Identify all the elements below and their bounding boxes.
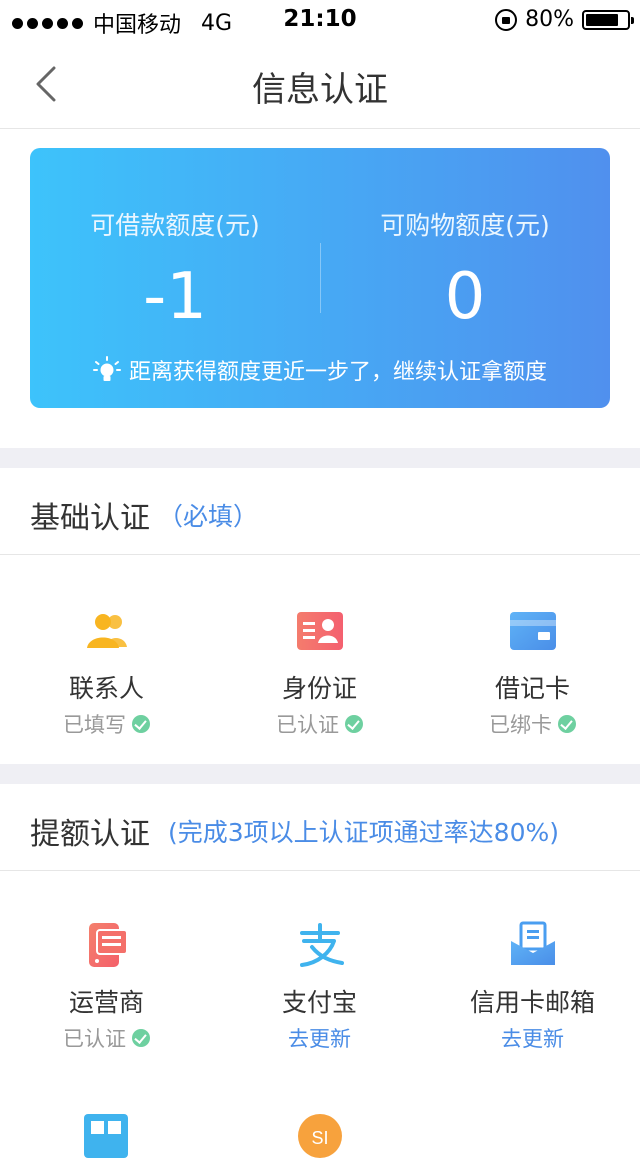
carrier-label: 运营商 xyxy=(68,988,144,1017)
loan-quota-label: 可借款额度(元) xyxy=(90,211,260,240)
debit-card-label: 借记卡 xyxy=(494,674,570,703)
section-separator xyxy=(0,764,640,784)
status-bar: 中国移动 4G 21:10 80% xyxy=(0,0,640,40)
id-card-item[interactable]: 身份证 已认证 xyxy=(213,607,426,739)
debit-card-status-text: 已绑卡 xyxy=(489,713,552,737)
alipay-status-text: 去更新 xyxy=(288,1027,351,1051)
shopping-quota-value: 0 xyxy=(444,260,486,334)
boost-section-header: 提额认证 (完成3项以上认证项通过率达80%) xyxy=(0,784,640,871)
boost-section-note: (完成3项以上认证项通过率达80%) xyxy=(168,818,559,847)
alipay-icon xyxy=(299,923,344,967)
id-card-label: 身份证 xyxy=(281,674,357,703)
debit-card-status: 已绑卡 xyxy=(426,709,639,739)
check-icon xyxy=(132,715,150,733)
loan-quota-value: -1 xyxy=(143,260,207,334)
boost-section-title: 提额认证 xyxy=(30,817,150,852)
id-card-status-text: 已认证 xyxy=(276,713,339,737)
check-icon xyxy=(558,715,576,733)
basic-section-header: 基础认证 （必填） xyxy=(0,468,640,555)
alipay-label: 支付宝 xyxy=(281,988,357,1017)
boost-items-grid: 运营商 已认证 支付宝 去更新 信用卡邮箱 去更新 SI xyxy=(0,871,640,1158)
contacts-icon xyxy=(86,614,127,648)
social-security-icon[interactable]: SI xyxy=(296,1112,344,1160)
contacts-status: 已填写 xyxy=(0,709,213,739)
contacts-status-text: 已填写 xyxy=(63,713,126,737)
quota-hint: 距离获得额度更近一步了，继续认证拿额度 xyxy=(30,354,610,386)
shopping-quota: 可购物额度(元) 0 xyxy=(320,206,610,334)
carrier-status-text: 已认证 xyxy=(63,1027,126,1051)
contacts-item[interactable]: 联系人 已填写 xyxy=(0,607,213,739)
page-title: 信息认证 xyxy=(252,70,388,110)
credit-card-email-status-text: 去更新 xyxy=(501,1027,564,1051)
basic-section-note: （必填） xyxy=(158,502,259,531)
quota-hint-text: 距离获得额度更近一步了，继续认证拿额度 xyxy=(128,360,547,385)
svg-text:SI: SI xyxy=(311,1128,328,1148)
carrier-item[interactable]: 运营商 已认证 xyxy=(0,921,213,1053)
lightbulb-icon xyxy=(92,356,121,381)
section-separator xyxy=(0,448,640,468)
loan-quota: 可借款额度(元) -1 xyxy=(30,206,320,334)
id-card-status: 已认证 xyxy=(213,709,426,739)
credit-card-email-item[interactable]: 信用卡邮箱 去更新 xyxy=(426,921,639,1053)
battery-icon xyxy=(582,9,634,30)
basic-items-grid: 联系人 已填写 身份证 已认证 借记卡 已绑卡 xyxy=(0,555,640,763)
check-icon xyxy=(132,1029,150,1047)
phone-carrier-icon xyxy=(88,923,128,967)
credit-card-email-label: 信用卡邮箱 xyxy=(469,988,595,1017)
grid-app-icon[interactable] xyxy=(82,1112,130,1160)
nav-bar: 信息认证 xyxy=(0,40,640,129)
carrier-status: 已认证 xyxy=(0,1023,213,1053)
email-icon xyxy=(510,921,555,965)
battery-percent: 80% xyxy=(525,7,574,32)
quota-card: 可借款额度(元) -1 可购物额度(元) 0 距离获得额度更近一步了，继续认证拿… xyxy=(30,148,610,408)
id-card-icon xyxy=(296,612,343,650)
contacts-label: 联系人 xyxy=(68,674,144,703)
alipay-update-link[interactable]: 去更新 xyxy=(213,1023,426,1053)
alipay-item[interactable]: 支付宝 去更新 xyxy=(213,921,426,1053)
orientation-lock-icon xyxy=(495,8,518,31)
shopping-quota-label: 可购物额度(元) xyxy=(380,211,550,240)
basic-section-title: 基础认证 xyxy=(30,501,150,536)
check-icon xyxy=(345,715,363,733)
credit-card-email-update-link[interactable]: 去更新 xyxy=(426,1023,639,1053)
bank-card-icon xyxy=(509,612,556,650)
debit-card-item[interactable]: 借记卡 已绑卡 xyxy=(426,607,639,739)
